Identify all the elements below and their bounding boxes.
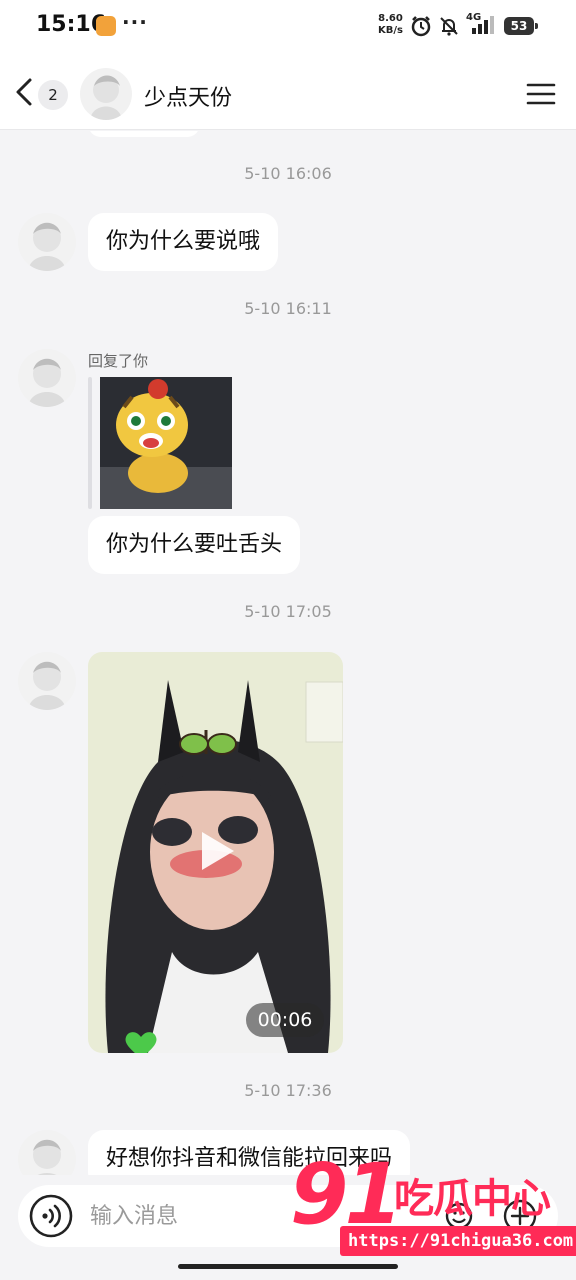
timestamp: 5-10 16:06 [244, 164, 332, 183]
signal-icon: 4G [466, 12, 496, 40]
network-speed: 8.60 KB/s [378, 13, 403, 37]
sender-avatar[interactable] [18, 349, 76, 407]
network-speed-unit: KB/s [378, 25, 403, 36]
message-bubble[interactable]: 你为什么要吐舌头 [88, 516, 301, 574]
quoted-image[interactable] [100, 377, 232, 509]
home-indicator[interactable] [178, 1264, 398, 1269]
quote-bar [88, 377, 92, 509]
play-icon[interactable] [192, 828, 238, 874]
battery-icon: 53 [504, 17, 538, 35]
timestamp: 5-10 16:11 [244, 299, 332, 318]
network-speed-value: 8.60 [378, 13, 403, 24]
alarm-icon [411, 16, 431, 37]
voice-icon[interactable] [28, 1193, 74, 1239]
network-type: 4G [466, 12, 482, 23]
sender-avatar[interactable] [18, 1130, 76, 1175]
status-bar: 15:16 ··· 8.60 KB/s 4G 53 [0, 0, 576, 54]
previous-message-bubble[interactable] [88, 131, 200, 137]
timestamp: 5-10 17:36 [244, 1081, 332, 1100]
message-list[interactable]: 5-10 16:06 你为什么要说哦 5-10 16:11 回复了你 你为什么要… [0, 131, 576, 1175]
contact-avatar[interactable] [80, 68, 132, 120]
message-bubble[interactable]: 你为什么要说哦 [88, 213, 279, 271]
unread-count-badge[interactable]: 2 [38, 80, 68, 110]
watermark-url: https://91chigua36.com [340, 1226, 576, 1256]
more-notifications-icon: ··· [122, 10, 148, 34]
heart-icon [125, 1032, 157, 1053]
video-duration: 00:06 [246, 1003, 324, 1037]
mute-icon [440, 17, 458, 36]
contact-name: 少点天份 [144, 86, 233, 111]
timestamp: 5-10 17:05 [244, 602, 332, 621]
sender-avatar[interactable] [18, 213, 76, 271]
reply-label: 回复了你 [88, 352, 149, 370]
watermark-text: 吃瓜中心 [394, 1176, 551, 1222]
back-icon[interactable] [10, 76, 40, 108]
menu-icon[interactable] [526, 82, 556, 106]
video-message[interactable]: 00:06 [88, 652, 343, 1053]
watermark: 91 吃瓜中心 https://91chigua36.com [290, 1146, 576, 1262]
chat-header: 2 少点天份 [0, 54, 576, 130]
sender-avatar[interactable] [18, 652, 76, 710]
app-icon [96, 16, 116, 36]
